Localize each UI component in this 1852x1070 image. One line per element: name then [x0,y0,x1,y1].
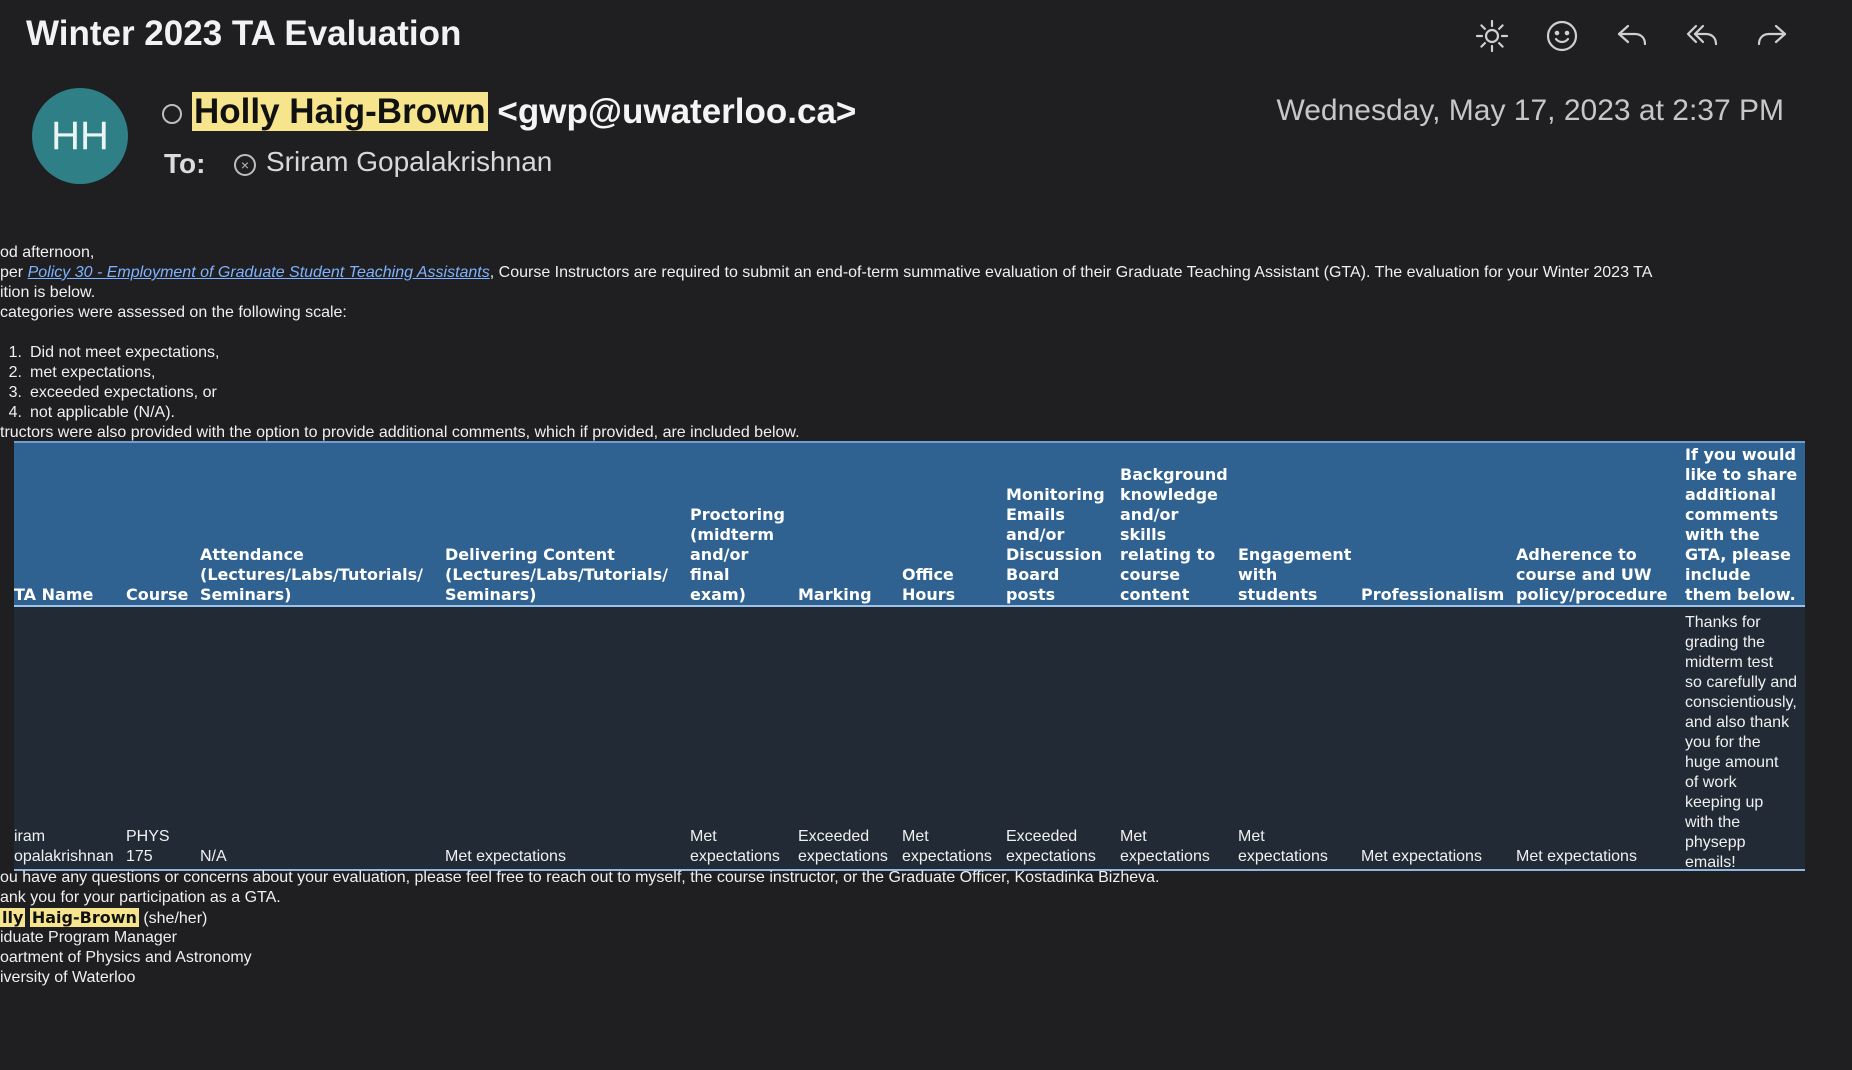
sender[interactable]: Holly Haig-Brown <gwp@uwaterloo.ca> [192,92,856,132]
header-delivering-content: Delivering Content (Lectures/Labs/Tutori… [445,545,669,604]
scale-item: 3. exceeded expectations, or [8,384,217,401]
table-header: TA Name Course Attendance (Lectures/Labs… [14,443,1805,607]
intro-line: per Policy 30 - Employment of Graduate S… [0,263,1652,283]
remove-recipient-icon[interactable]: × [234,154,256,176]
cell-ta-name: iram opalakrishnan [14,828,114,865]
signature-university: iversity of Waterloo [0,969,136,986]
signature-dept: oartment of Physics and Astronomy [0,949,252,966]
intro-suffix: , Course Instructors are required to sub… [489,264,1653,281]
cell-engagement: Met expectations [1238,828,1328,865]
cell-comments: Thanks for grading the midterm test so c… [1685,614,1798,871]
sender-email: <gwp@uwaterloo.ca> [497,92,857,131]
policy-link[interactable]: Policy 30 - Employment of Graduate Stude… [28,264,490,281]
reply-all-icon[interactable] [1680,14,1724,58]
header-proctoring: Proctoring (midterm and/or final exam) [690,505,785,604]
cell-marking: Exceeded expectations [798,828,888,865]
evaluation-table: TA Name Course Attendance (Lectures/Labs… [14,441,1805,871]
header-office-hours: Office Hours [902,565,956,604]
avatar: HH [32,88,128,184]
intro-line-2: ition is below. [0,284,96,301]
email-subject: Winter 2023 TA Evaluation [26,14,462,53]
cell-professionalism: Met expectations [1361,848,1482,865]
cell-monitoring: Exceeded expectations [1006,828,1096,865]
emoji-icon[interactable] [1540,14,1584,58]
cell-course: PHYS 175 [126,828,170,865]
header-ta-name: TA Name [14,585,94,604]
header-comments: If you would like to share additional co… [1685,445,1798,604]
header-marking: Marking [798,585,872,604]
header-attendance: Attendance (Lectures/Labs/Tutorials/ Sem… [200,545,424,604]
table-row: iram opalakrishnan PHYS 175 N/A Met expe… [14,607,1805,871]
forward-icon[interactable] [1750,14,1794,58]
cell-attendance: N/A [200,848,227,865]
scale-item: 1. Did not meet expectations, [8,344,220,361]
recipient[interactable]: Sriram Gopalakrishnan [266,146,552,178]
cell-office-hours: Met expectations [902,828,992,865]
intro-prefix: per [0,264,28,281]
sun-icon[interactable] [1470,14,1514,58]
header-monitoring: Monitoring Emails and/or Discussion Boar… [1006,485,1105,604]
scale-item: 2. met expectations, [8,364,156,381]
cell-proctoring: Met expectations [690,828,780,865]
instructors-note: tructors were also provided with the opt… [0,424,800,441]
signature-name: lly Haig-Brown (she/her) [0,908,207,929]
questions-text: ou have any questions or concerns about … [0,869,1160,886]
scale-item: 4. not applicable (N/A). [8,404,175,421]
header-professionalism: Professionalism [1361,585,1505,604]
sig-first: lly [0,908,26,927]
thanks-text: ank you for your participation as a GTA. [0,889,281,906]
greeting: od afternoon, [0,244,95,261]
cell-background: Met expectations [1120,828,1210,865]
cell-delivering-content: Met expectations [445,848,566,865]
signature-title: iduate Program Manager [0,929,177,946]
reply-icon[interactable] [1610,14,1654,58]
header-course: Course [126,585,189,604]
unread-status-icon[interactable] [162,104,182,124]
sender-name: Holly Haig-Brown [192,92,488,131]
email-date: Wednesday, May 17, 2023 at 2:37 PM [1276,94,1784,127]
header-engagement: Engagement with students [1238,545,1352,604]
header-adherence: Adherence to course and UW policy/proced… [1516,545,1668,604]
scale-intro: categories were assessed on the followin… [0,304,347,321]
sig-last: Haig-Brown [29,908,139,927]
to-label: To: [164,148,206,179]
sig-pronouns: (she/her) [138,910,208,927]
toolbar [1470,14,1794,58]
cell-adherence: Met expectations [1516,848,1637,865]
header-background: Background knowledge and/or skills relat… [1120,465,1228,604]
